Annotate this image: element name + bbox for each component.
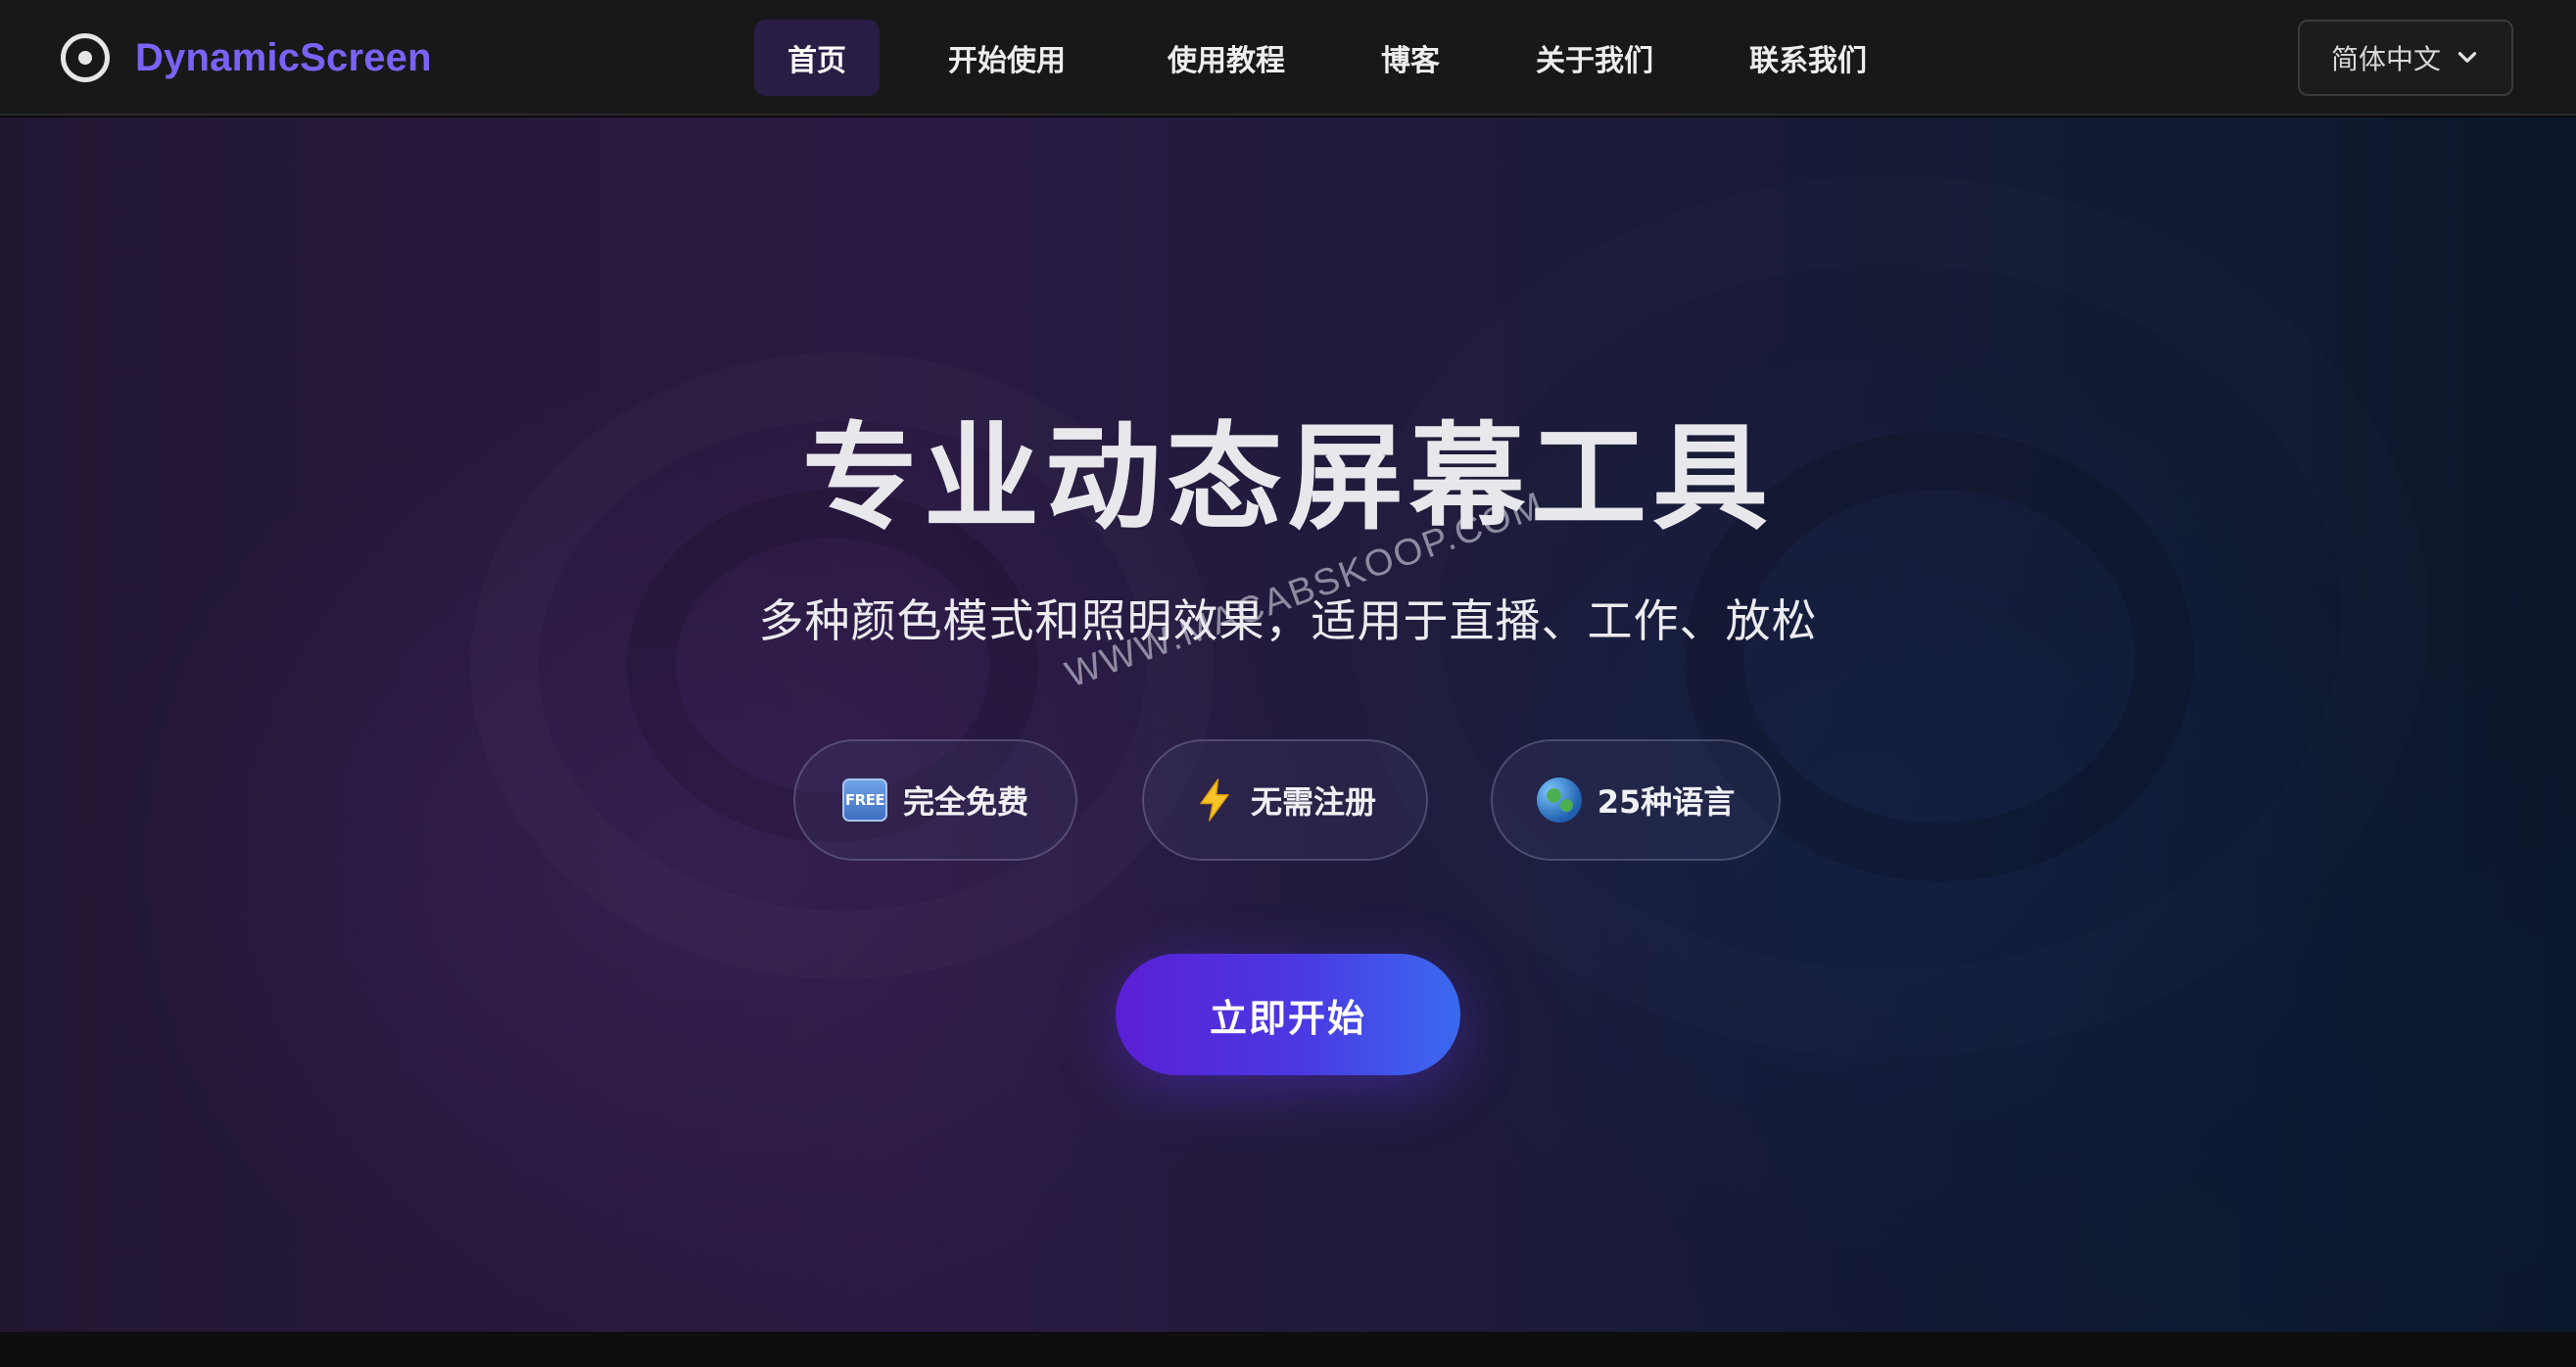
badge-label: 完全免费 xyxy=(902,783,1028,821)
lightning-bolt-icon xyxy=(1200,778,1229,822)
chevron-down-icon xyxy=(2457,52,2477,63)
badge-no-registration: 无需注册 xyxy=(1142,739,1428,861)
globe-icon xyxy=(1536,778,1582,823)
radio-target-icon xyxy=(61,33,110,82)
nav-item-home[interactable]: 首页 xyxy=(754,20,880,96)
nav-item-blog[interactable]: 博客 xyxy=(1348,20,1473,96)
badge-free: FREE 完全免费 xyxy=(793,739,1077,861)
nav-item-about[interactable]: 关于我们 xyxy=(1503,20,1687,96)
hero-title: 专业动态屏幕工具 xyxy=(801,410,1774,545)
nav-item-get-started[interactable]: 开始使用 xyxy=(909,20,1105,96)
brand-logo[interactable]: DynamicScreen xyxy=(61,29,432,86)
hero-section: 专业动态屏幕工具 多种颜色模式和照明效果，适用于直播、工作、放松 WWW.MAC… xyxy=(0,118,2576,1332)
badge-label: 无需注册 xyxy=(1250,783,1376,821)
page: DynamicScreen 首页 开始使用 使用教程 博客 关于我们 联系我们 … xyxy=(0,0,2576,1367)
language-select-value: 简体中文 xyxy=(2330,43,2441,75)
main-nav: 首页 开始使用 使用教程 博客 关于我们 联系我们 xyxy=(754,20,1900,96)
top-navbar: DynamicScreen 首页 开始使用 使用教程 博客 关于我们 联系我们 … xyxy=(0,0,2576,116)
language-select[interactable]: 简体中文 xyxy=(2298,20,2513,96)
free-icon: FREE xyxy=(841,778,887,822)
nav-item-tutorial[interactable]: 使用教程 xyxy=(1134,20,1318,96)
nav-item-contact[interactable]: 联系我们 xyxy=(1716,20,1900,96)
badge-label: 25种语言 xyxy=(1597,783,1736,821)
badge-languages: 25种语言 xyxy=(1491,739,1781,861)
bottom-band xyxy=(0,1332,2576,1367)
start-now-button[interactable]: 立即开始 xyxy=(1116,954,1460,1075)
brand-name: DynamicScreen xyxy=(135,35,432,79)
